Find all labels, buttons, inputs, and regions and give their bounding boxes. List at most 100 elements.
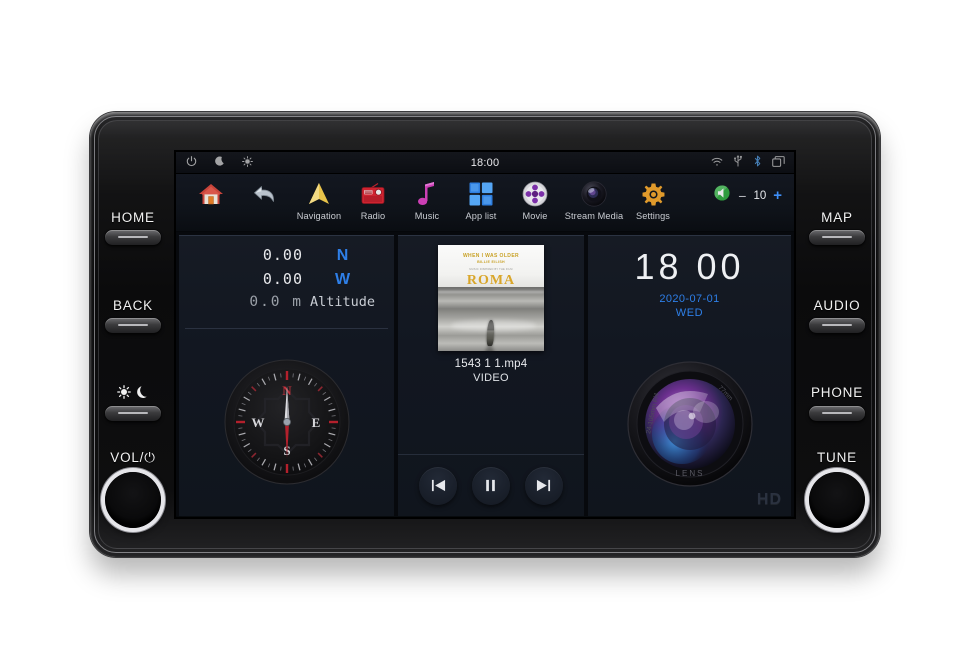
skip-back-icon	[431, 479, 445, 492]
dock-item-stream-media[interactable]: Stream Media	[562, 179, 626, 221]
cover-artist: BILLIE EILISH	[477, 260, 505, 265]
track-type-label: VIDEO	[473, 372, 509, 384]
dock-item-navigation[interactable]: Navigation	[292, 179, 346, 221]
previous-track-button[interactable]	[419, 466, 458, 505]
longitude-value: 0.00	[262, 270, 303, 288]
status-bar: 18:00	[176, 152, 794, 174]
navigation-icon	[304, 179, 334, 209]
volume-down-button[interactable]: −	[738, 189, 746, 203]
dock-item-movie[interactable]: Movie	[508, 179, 562, 221]
cover-title-line1: WHEN I WAS OLDER	[462, 253, 520, 260]
volume-power-knob[interactable]	[105, 472, 161, 528]
camera-widget[interactable]: LENS 24-105mm F/4 77mm HD	[588, 331, 791, 516]
bluetooth-icon	[753, 154, 762, 172]
speaker-icon[interactable]	[713, 184, 731, 207]
dock-item-music[interactable]: Music	[400, 179, 454, 221]
clock-weekday: WED	[675, 306, 704, 319]
pause-icon	[486, 479, 496, 492]
status-bar-clock: 18:00	[470, 156, 500, 169]
dock-label-radio: Radio	[360, 211, 386, 221]
media-player-panel[interactable]: WHEN I WAS OLDER BILLIE EILISH MUSIC INS…	[398, 235, 584, 516]
gear-icon	[638, 179, 668, 209]
volume-knob-label: VOL/⏻	[110, 450, 156, 465]
album-cover-art[interactable]: WHEN I WAS OLDER BILLIE EILISH MUSIC INS…	[438, 245, 544, 351]
svg-text:E: E	[311, 415, 320, 430]
media-info: WHEN I WAS OLDER BILLIE EILISH MUSIC INS…	[398, 236, 584, 454]
compass-icon: N S W E	[224, 359, 349, 485]
skip-forward-icon	[537, 479, 551, 492]
volume-up-button[interactable]: +	[773, 188, 782, 203]
dock-item-back[interactable]	[238, 179, 292, 211]
compass-widget[interactable]: N S W E	[179, 329, 394, 515]
altitude-value: 0.0 m	[249, 294, 303, 310]
next-track-button[interactable]	[524, 466, 563, 505]
phone-button[interactable]	[809, 406, 865, 421]
camera-lens-icon: LENS 24-105mm F/4 77mm	[626, 360, 753, 487]
gps-row-longitude: 0.00 W	[191, 270, 382, 294]
brightness-button[interactable]	[105, 406, 161, 421]
usb-icon	[733, 154, 743, 172]
tune-knob-label: TUNE	[817, 450, 857, 465]
tune-knob[interactable]	[809, 472, 865, 528]
latitude-direction: N	[336, 247, 349, 264]
cover-beach-photo	[438, 287, 544, 351]
audio-button-label: AUDIO	[813, 298, 861, 313]
clock-widget[interactable]: 18 00 2020-07-01 WED	[588, 236, 791, 331]
svg-text:LENS: LENS	[675, 469, 704, 478]
dock-item-settings[interactable]: Settings	[626, 179, 680, 221]
dock-label-music: Music	[414, 211, 440, 221]
dock-label-movie: Movie	[522, 211, 548, 221]
car-head-unit: HOME BACK VOL/⏻ MAP AUDIO PHONE TUNE 18:…	[90, 112, 880, 557]
dock-item-home[interactable]	[184, 179, 238, 211]
playback-controls	[398, 454, 584, 516]
cover-subtitle: MUSIC INSPIRED BY THE FILM	[469, 268, 513, 272]
clock-time: 18 00	[634, 245, 745, 287]
latitude-value: 0.00	[262, 246, 303, 264]
cover-figure	[486, 320, 495, 347]
gps-readout: 0.00 N 0.00 W 0.0 m Altitude	[179, 236, 394, 324]
app-grid-icon	[466, 179, 496, 209]
longitude-direction: W	[334, 271, 351, 288]
volume-value: 10	[753, 189, 767, 202]
clock-date: 2020-07-01	[659, 292, 720, 305]
screenshot-root: HOME BACK VOL/⏻ MAP AUDIO PHONE TUNE 18:…	[0, 0, 970, 665]
dock-item-app-list[interactable]: App list	[454, 179, 508, 221]
home-icon	[196, 179, 226, 209]
widget-panels: 0.00 N 0.00 W 0.0 m Altitude N W E WHEN …	[176, 232, 794, 516]
radio-icon	[358, 179, 388, 209]
hd-badge: HD	[756, 491, 782, 508]
dock-label-settings: Settings	[636, 211, 670, 221]
map-button-label: MAP	[821, 210, 853, 225]
home-button[interactable]	[105, 230, 161, 245]
volume-control: − 10 +	[713, 179, 786, 207]
back-button-label: BACK	[113, 298, 153, 313]
svg-text:W: W	[251, 415, 264, 430]
movie-disc-icon	[520, 179, 550, 209]
dock-label-app-list: App list	[465, 211, 497, 221]
home-button-label: HOME	[111, 210, 155, 225]
recent-apps-icon[interactable]	[772, 154, 785, 172]
back-arrow-icon	[250, 179, 280, 209]
phone-button-label: PHONE	[810, 385, 863, 400]
pause-button[interactable]	[471, 466, 510, 505]
track-filename: 1543 1 1.mp4	[454, 358, 528, 370]
stream-media-icon	[579, 179, 609, 209]
right-hardware-panel: MAP AUDIO PHONE TUNE	[794, 112, 880, 557]
altitude-label: Altitude	[309, 294, 376, 310]
map-button[interactable]	[809, 230, 865, 245]
dock-item-radio[interactable]: Radio	[346, 179, 400, 221]
audio-button[interactable]	[809, 318, 865, 333]
dock-label-navigation: Navigation	[296, 211, 342, 221]
sun-moon-icon	[90, 385, 176, 401]
wifi-icon	[711, 154, 723, 172]
app-dock: Navigation Radio Music App list Movie St…	[176, 174, 794, 232]
dock-label-stream-media: Stream Media	[564, 211, 624, 221]
back-button[interactable]	[105, 318, 161, 333]
gps-compass-panel[interactable]: 0.00 N 0.00 W 0.0 m Altitude N W E	[179, 235, 394, 516]
left-hardware-panel: HOME BACK VOL/⏻	[90, 112, 176, 557]
gps-row-latitude: 0.00 N	[191, 246, 382, 270]
gps-row-altitude: 0.0 m Altitude	[191, 294, 382, 318]
clock-camera-panel[interactable]: 18 00 2020-07-01 WED LENS 24-105mm F/4 7…	[588, 235, 791, 516]
cover-film-title: ROMA	[466, 272, 516, 288]
touchscreen-display[interactable]: 18:00 Navigation Radio Music App list Mo…	[176, 152, 794, 517]
